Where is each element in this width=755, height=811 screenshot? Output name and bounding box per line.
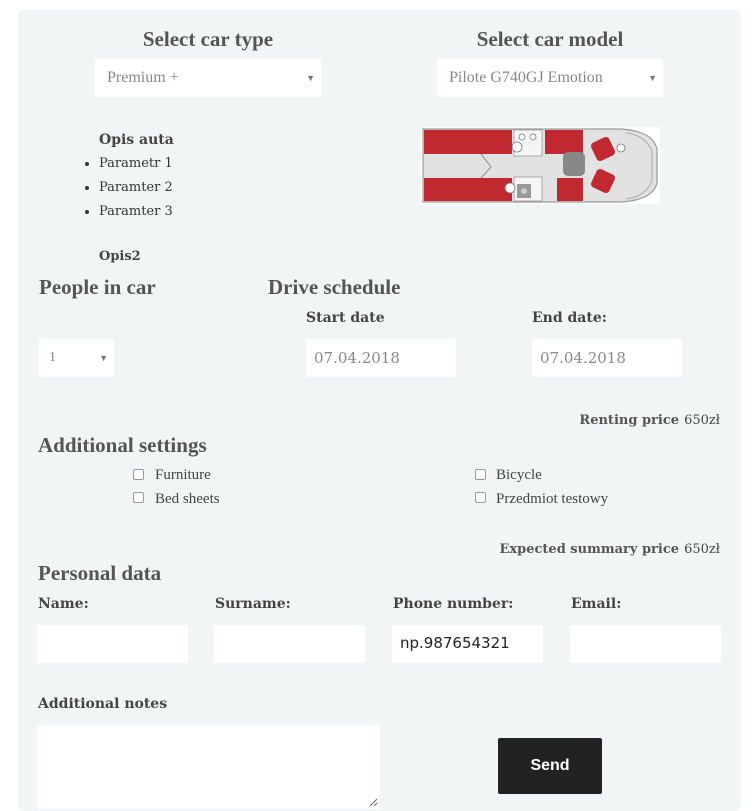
bicycle-checkbox[interactable] (475, 469, 486, 480)
chevron-down-icon: ▼ (648, 73, 657, 83)
send-button[interactable]: Send (498, 738, 602, 794)
renting-price-value: 650zł (684, 413, 720, 428)
przedmiot-testowy-label: Przedmiot testowy (496, 491, 609, 507)
car-type-select[interactable]: Premium + ▼ (95, 59, 321, 97)
phone-input[interactable]: np.987654321 (392, 625, 543, 663)
people-heading: People in car (39, 275, 156, 299)
chevron-down-icon: ▼ (99, 353, 108, 363)
resize-handle-icon[interactable] (369, 798, 378, 807)
list-item: Paramter 2 (99, 176, 173, 200)
surname-label: Surname: (215, 596, 291, 612)
surname-input[interactable] (214, 625, 365, 663)
renting-price-label: Renting price (579, 413, 680, 428)
przedmiot-testowy-checkbox[interactable] (475, 492, 486, 503)
name-label: Name: (38, 596, 89, 612)
people-count-selected: 1 (49, 350, 56, 365)
email-input[interactable] (570, 625, 721, 663)
parameter-list: Parametr 1 Paramter 2 Paramter 3 (81, 152, 173, 224)
car-model-select[interactable]: Pilote G740GJ Emotion ▼ (437, 59, 663, 97)
name-input[interactable] (37, 625, 188, 663)
car-type-heading: Select car type (142, 27, 274, 51)
description-title: Opis auta (99, 132, 174, 148)
list-item: Parametr 1 (99, 152, 173, 176)
furniture-checkbox[interactable] (133, 469, 144, 480)
drive-schedule-heading: Drive schedule (268, 275, 401, 299)
car-model-selected: Pilote G740GJ Emotion (449, 69, 603, 86)
bed-sheets-label: Bed sheets (155, 491, 220, 507)
car-model-heading: Select car model (476, 27, 624, 51)
bicycle-label: Bicycle (496, 467, 542, 483)
summary-price-value: 650zł (684, 542, 720, 557)
description-title-2: Opis2 (99, 249, 141, 264)
people-count-select[interactable]: 1 ▼ (39, 339, 114, 377)
additional-settings-heading: Additional settings (38, 433, 207, 457)
summary-price-label: Expected summary price (499, 542, 680, 557)
start-date-input[interactable]: 07.04.2018 (306, 339, 456, 377)
car-floorplan-image (421, 127, 660, 204)
list-item: Paramter 3 (99, 200, 173, 224)
phone-label: Phone number: (393, 596, 514, 612)
bed-sheets-checkbox[interactable] (133, 492, 144, 503)
additional-notes-label: Additional notes (38, 696, 168, 712)
email-label: Email: (571, 596, 622, 612)
renting-price: Renting price 650zł (579, 409, 720, 428)
personal-data-heading: Personal data (38, 561, 162, 585)
car-type-selected: Premium + (107, 69, 179, 86)
end-date-input[interactable]: 07.04.2018 (532, 339, 682, 377)
additional-notes-textarea[interactable] (37, 725, 380, 809)
start-date-label: Start date (306, 310, 385, 326)
end-date-label: End date: (532, 310, 607, 326)
furniture-label: Furniture (155, 467, 211, 483)
chevron-down-icon: ▼ (306, 73, 315, 83)
summary-price: Expected summary price 650zł (499, 538, 720, 557)
